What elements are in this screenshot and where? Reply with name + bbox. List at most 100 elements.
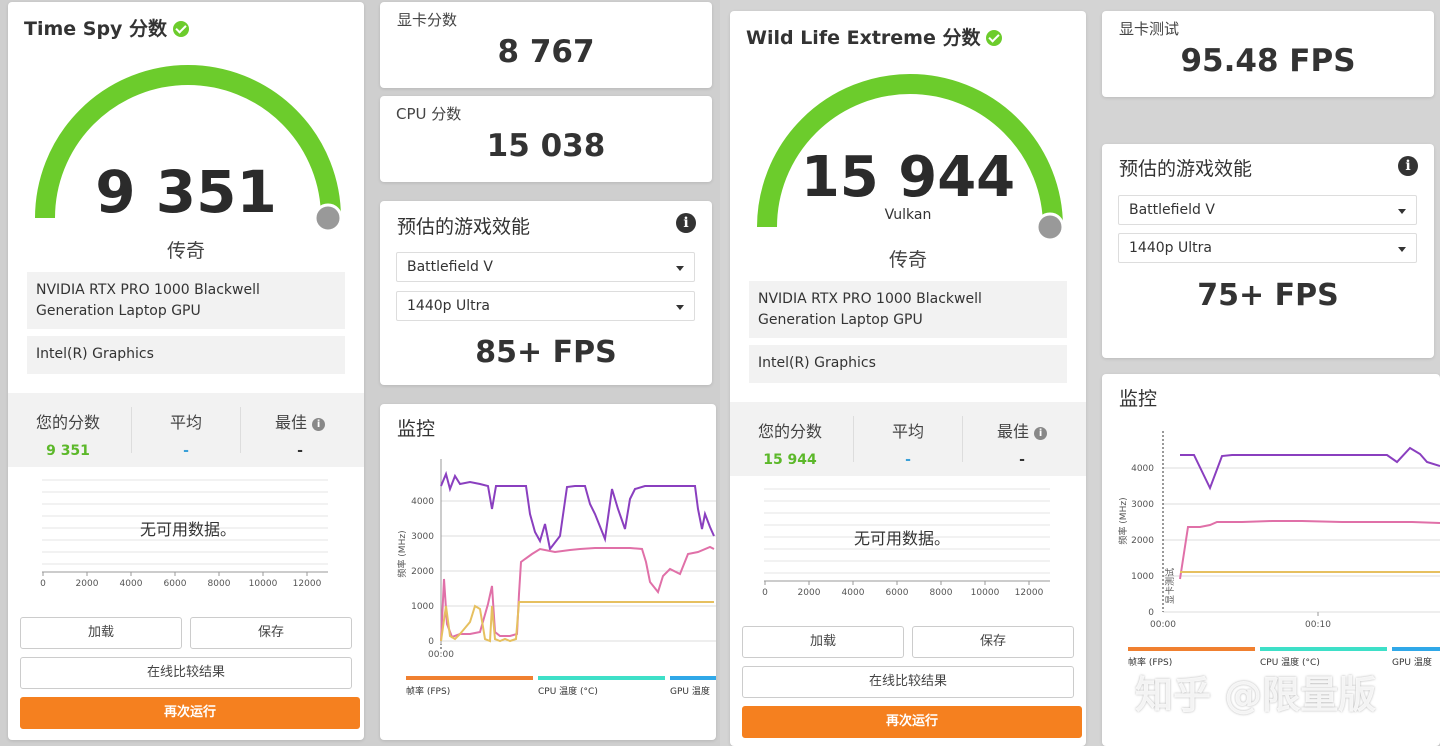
preset-select-value: 1440p Ultra	[1129, 240, 1212, 256]
y-tick: 0	[428, 637, 434, 647]
y-tick: 2000	[411, 567, 434, 577]
legend-gpu-temp-bar	[1392, 647, 1440, 651]
monitor-title: 监控	[1119, 388, 1158, 410]
legend-fps-bar	[406, 676, 533, 680]
y-tick: 0	[1148, 608, 1154, 618]
info-icon[interactable]: i	[1034, 427, 1048, 440]
y-tick: 3000	[1131, 500, 1154, 510]
your-score-label: 您的分数	[35, 413, 100, 432]
gpu-score-card: 显卡分数 8 767	[380, 2, 712, 88]
average-col: 平均 -	[858, 418, 958, 468]
cpu-score-label: CPU 分数	[396, 105, 462, 123]
info-icon[interactable]: i	[312, 418, 326, 431]
api-label: Vulkan	[884, 207, 932, 223]
your-score-value: 9 351	[46, 443, 90, 459]
gpu-name: NVIDIA RTX PRO 1000 Blackwell Generation…	[749, 281, 1067, 338]
score-title-text: Time Spy 分数	[24, 18, 168, 40]
watermark: 知乎 @限量版	[1135, 673, 1377, 717]
gpu-score-value: 8 767	[497, 34, 595, 70]
cpu-score-card: CPU 分数 15 038	[380, 96, 712, 182]
hist-tick: 0	[40, 579, 46, 589]
y-tick: 1000	[411, 602, 434, 612]
gpu-test-label: 显卡测试	[1119, 20, 1180, 38]
igpu-name: Intel(R) Graphics	[27, 336, 345, 374]
hist-tick: 12000	[293, 579, 322, 589]
no-data-text: 无可用数据。	[854, 529, 950, 548]
run-again-button[interactable]: 再次运行	[742, 706, 1082, 738]
gpu-name: NVIDIA RTX PRO 1000 Blackwell Generation…	[27, 272, 345, 329]
hist-tick: 10000	[249, 579, 278, 589]
hist-tick: 2000	[798, 588, 821, 598]
score-histogram: 无可用数据。 0 2000 4000 6000 8000 10000 12000	[40, 479, 328, 589]
test-marker-label: 显卡测试	[1164, 568, 1176, 604]
legend-gpu-temp: GPU 温度	[670, 685, 710, 697]
stats-divider	[853, 416, 854, 462]
chevron-down-icon	[1398, 209, 1406, 214]
preset-select[interactable]: 1440p Ultra	[1118, 233, 1417, 263]
estimated-fps: 75+ FPS	[1197, 278, 1339, 313]
game-perf-label: 预估的游戏效能	[397, 216, 531, 238]
gpu-score-label: 显卡分数	[397, 11, 458, 29]
y-tick: 4000	[1131, 464, 1154, 474]
best-value: -	[297, 443, 303, 459]
legend-cpu-temp-bar	[538, 676, 665, 680]
info-icon[interactable]: i	[1398, 156, 1418, 176]
save-button[interactable]: 保存	[912, 626, 1074, 658]
check-icon	[173, 21, 190, 37]
game-performance-card: 预估的游戏效能 i Battlefield V 1440p Ultra 85+ …	[380, 201, 712, 385]
legend-gpu-temp: GPU 温度	[1392, 656, 1432, 668]
run-again-button[interactable]: 再次运行	[20, 697, 360, 729]
best-col: 最佳 i -	[972, 418, 1072, 468]
average-label: 平均	[891, 422, 924, 441]
stats-divider	[962, 416, 963, 462]
legend-fps: 帧率 (FPS)	[406, 685, 450, 697]
score-histogram: 无可用数据。 0 2000 4000 6000 8000 10000 12000	[762, 488, 1050, 598]
cpu-clock-line	[440, 470, 715, 552]
x-tick: 00:00	[428, 650, 454, 660]
igpu-name: Intel(R) Graphics	[749, 345, 1067, 383]
preset-select[interactable]: 1440p Ultra	[396, 291, 695, 321]
score-title: Wild Life Extreme 分数	[746, 23, 1003, 50]
game-select-value: Battlefield V	[407, 259, 493, 275]
hist-tick: 2000	[76, 579, 99, 589]
gpu-test-card: 显卡测试 95.48 FPS	[1102, 11, 1434, 97]
best-col: 最佳 i -	[250, 409, 350, 459]
rank-label: 传奇	[888, 249, 927, 271]
legend-gpu-temp-bar	[670, 676, 716, 680]
y-tick: 1000	[1131, 572, 1154, 582]
game-select[interactable]: Battlefield V	[396, 252, 695, 282]
score-title: Time Spy 分数	[24, 14, 190, 41]
best-label-text: 最佳	[996, 422, 1029, 441]
chevron-down-icon	[676, 305, 684, 310]
average-label: 平均	[169, 413, 202, 432]
cpu-score-value: 15 038	[486, 128, 606, 164]
stats-divider	[240, 407, 241, 453]
load-button[interactable]: 加载	[742, 626, 904, 658]
info-icon[interactable]: i	[676, 213, 696, 233]
game-select[interactable]: Battlefield V	[1118, 195, 1417, 225]
save-button[interactable]: 保存	[190, 617, 352, 649]
load-button[interactable]: 加载	[20, 617, 182, 649]
gpu-test-fps: 95.48 FPS	[1180, 43, 1356, 79]
time-spy-score-card: Time Spy 分数 9 351 传奇 NVIDIA RTX PRO 1000…	[8, 2, 364, 740]
estimated-fps: 85+ FPS	[475, 335, 617, 370]
your-score-value: 15 944	[763, 452, 817, 468]
compare-online-button[interactable]: 在线比较结果	[20, 657, 352, 689]
compare-online-button[interactable]: 在线比较结果	[742, 666, 1074, 698]
y-tick: 4000	[411, 497, 434, 507]
hist-tick: 8000	[930, 588, 953, 598]
gpu-clock-line	[1179, 520, 1440, 580]
best-label-text: 最佳	[274, 413, 307, 432]
hist-tick: 8000	[208, 579, 231, 589]
best-label: 最佳 i	[250, 409, 350, 433]
legend-cpu-temp-bar	[1260, 647, 1387, 651]
hist-tick: 4000	[842, 588, 865, 598]
score-stats: 您的分数 9 351 平均 - 最佳 i -	[8, 393, 364, 467]
monitor-card: 监控 0 1000 2000 3000 4000 频率 (MHz) 00:00 …	[380, 404, 716, 740]
hist-tick: 4000	[120, 579, 143, 589]
average-value: -	[905, 452, 911, 468]
y-axis-label: 频率 (MHz)	[1117, 497, 1129, 544]
best-label: 最佳 i	[972, 418, 1072, 442]
your-score-col: 您的分数 9 351	[18, 409, 118, 459]
overall-score: 9 351	[95, 158, 277, 226]
